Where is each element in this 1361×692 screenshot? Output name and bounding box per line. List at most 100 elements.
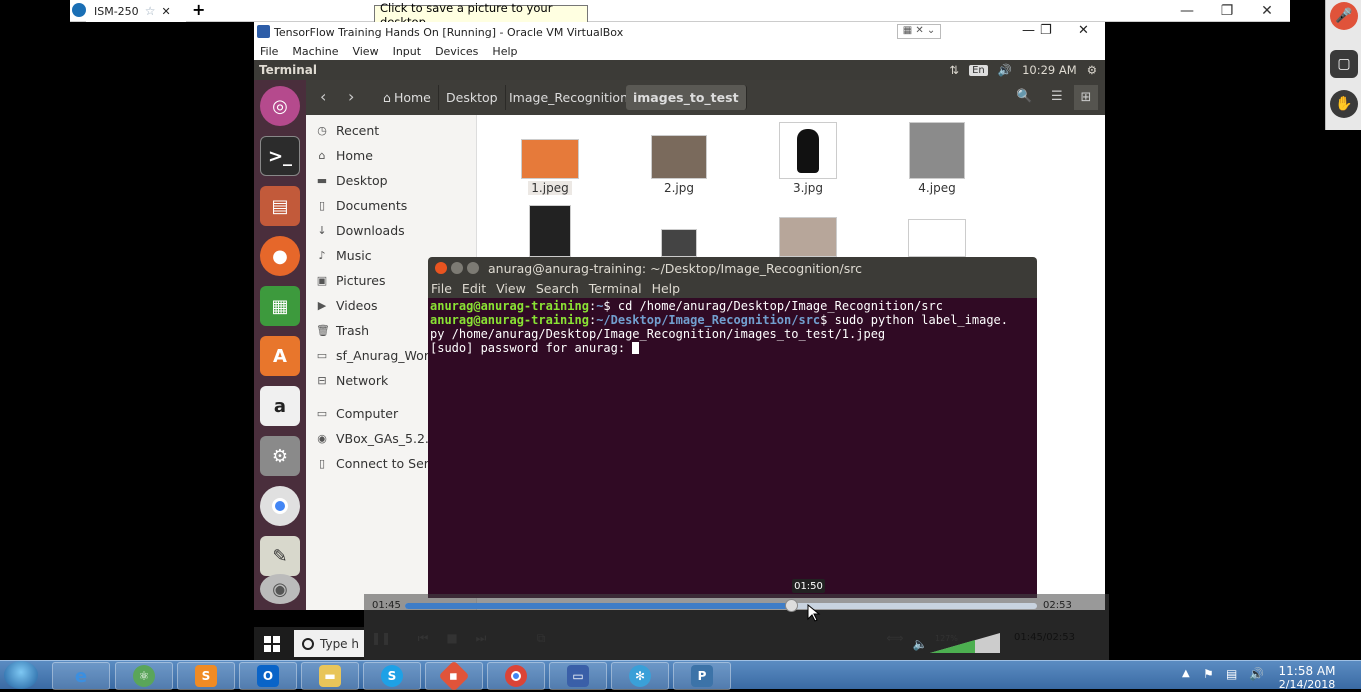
- network-icon[interactable]: ▤: [1226, 667, 1237, 681]
- taskbar-outlook[interactable]: O: [239, 662, 297, 690]
- skip-back-icon[interactable]: ⏮: [412, 628, 434, 648]
- recent-icon: ◷: [317, 123, 327, 137]
- software-center-icon[interactable]: A: [260, 336, 300, 376]
- menu-help[interactable]: Help: [652, 281, 681, 296]
- menu-edit[interactable]: Edit: [462, 281, 486, 296]
- sidebar-item-label: Computer: [336, 405, 399, 421]
- skip-forward-icon[interactable]: ⏭: [470, 628, 492, 648]
- terminal-output[interactable]: anurag@anurag-training:~$ cd /home/anura…: [428, 298, 1037, 598]
- ubuntu-dash-icon[interactable]: ◎: [260, 86, 300, 126]
- volume-icon[interactable]: 🔊: [1249, 667, 1264, 681]
- stop-icon[interactable]: ■: [441, 628, 463, 648]
- taskbar-clock[interactable]: 11:58 AM 2/14/2018: [1272, 664, 1342, 692]
- resize-icon[interactable]: ⟺: [884, 628, 906, 648]
- settings-icon[interactable]: ⚙: [260, 436, 300, 476]
- pause-icon[interactable]: ❚❚: [370, 628, 392, 648]
- spreadsheet-icon[interactable]: ▦: [260, 286, 300, 326]
- sidebar-item-desktop[interactable]: ▬ Desktop: [316, 170, 474, 190]
- menu-terminal[interactable]: Terminal: [589, 281, 642, 296]
- maximize-icon[interactable]: [467, 262, 479, 274]
- start-button[interactable]: [4, 661, 38, 689]
- disc-icon[interactable]: ◉: [260, 574, 300, 604]
- close-window-icon[interactable]: ✕: [1247, 0, 1287, 22]
- taskbar-ie[interactable]: e: [52, 662, 110, 690]
- breadcrumb-image-recognition[interactable]: Image_Recognition: [502, 85, 637, 110]
- file-item[interactable]: 2.jpg: [644, 135, 714, 195]
- taskbar-atom[interactable]: ⚛: [115, 662, 173, 690]
- firefox-icon[interactable]: ●: [260, 236, 300, 276]
- volume-icon[interactable]: 🔊: [998, 63, 1012, 77]
- menu-machine[interactable]: Machine: [292, 45, 338, 58]
- menu-view[interactable]: View: [496, 281, 526, 296]
- gear-icon[interactable]: ⚙: [1087, 63, 1097, 77]
- windows-start-icon[interactable]: [264, 636, 280, 652]
- image-thumbnail[interactable]: [529, 205, 571, 257]
- close-icon[interactable]: ✕: [161, 5, 170, 18]
- terminal-icon[interactable]: >_: [260, 136, 300, 176]
- hand-icon[interactable]: ✋: [1330, 90, 1358, 118]
- microphone-icon[interactable]: 🎤: [1330, 2, 1358, 30]
- sidebar-item-downloads[interactable]: ↓ Downloads: [316, 220, 474, 240]
- taskbar-explorer[interactable]: ▬: [301, 662, 359, 690]
- search-icon[interactable]: 🔍: [1016, 89, 1032, 104]
- file-item[interactable]: 1.jpeg: [515, 139, 585, 195]
- search-box[interactable]: Type h: [294, 630, 364, 657]
- tray-expand-icon[interactable]: ▲: [1182, 668, 1190, 679]
- minimize-icon[interactable]: —: [1167, 0, 1207, 22]
- menu-devices[interactable]: Devices: [435, 45, 478, 58]
- tab-ism-250[interactable]: ISM-250 ☆ ✕: [86, 0, 186, 22]
- network-arrows-icon[interactable]: ⇅: [949, 63, 959, 77]
- menu-file[interactable]: File: [260, 45, 278, 58]
- window-icon[interactable]: ▢: [1330, 50, 1358, 78]
- panel-clock[interactable]: 10:29 AM: [1022, 63, 1077, 77]
- sidebar-item-recent[interactable]: ◷ Recent: [316, 120, 474, 140]
- menu-file[interactable]: File: [431, 281, 452, 296]
- speaker-icon[interactable]: 🔈: [909, 634, 931, 654]
- breadcrumb-home[interactable]: ⌂ Home: [376, 85, 439, 110]
- file-item[interactable]: 3.jpg: [773, 122, 843, 195]
- file-item[interactable]: 4.jpeg: [902, 122, 972, 195]
- taskbar-chrome[interactable]: [487, 662, 545, 690]
- sidebar-item-home[interactable]: ⌂ Home: [316, 145, 474, 165]
- taskbar-git[interactable]: ◆: [425, 660, 483, 692]
- seek-handle[interactable]: [784, 599, 798, 612]
- sidebar-item-label: Trash: [336, 322, 370, 338]
- taskbar-sublime[interactable]: S: [177, 662, 235, 690]
- minimize-icon[interactable]: —: [1022, 23, 1035, 38]
- add-tab-icon[interactable]: +: [192, 0, 205, 19]
- chrome-icon[interactable]: [260, 486, 300, 526]
- mini-toolbar-icon[interactable]: ▦ ✕ ⌄: [897, 24, 941, 39]
- restore-icon[interactable]: ❐: [1040, 23, 1052, 38]
- amazon-icon[interactable]: a: [260, 386, 300, 426]
- sidebar-item-documents[interactable]: ▯ Documents: [316, 195, 474, 215]
- ie-icon: e: [74, 665, 88, 687]
- menu-search[interactable]: Search: [536, 281, 579, 296]
- menu-help[interactable]: Help: [492, 45, 517, 58]
- breadcrumb-images-to-test[interactable]: images_to_test: [626, 85, 747, 110]
- star-icon[interactable]: ☆: [145, 4, 156, 18]
- taskbar-remote[interactable]: ▭: [549, 662, 607, 690]
- forward-icon[interactable]: ›: [348, 87, 354, 106]
- taskbar-skype[interactable]: S: [363, 662, 421, 690]
- keyboard-layout[interactable]: En: [969, 64, 988, 76]
- restore-icon[interactable]: ❐: [1207, 0, 1247, 22]
- text-editor-icon[interactable]: ✎: [260, 536, 300, 576]
- taskbar-python[interactable]: P: [673, 662, 731, 690]
- breadcrumb-desktop[interactable]: Desktop: [439, 85, 506, 110]
- image-thumbnail[interactable]: [908, 219, 966, 257]
- image-thumbnail[interactable]: [779, 217, 837, 257]
- back-icon[interactable]: ‹: [320, 87, 326, 106]
- list-view-icon[interactable]: ☰: [1051, 89, 1063, 104]
- menu-input[interactable]: Input: [393, 45, 421, 58]
- terminal-line: anurag@anurag-training:~$ cd /home/anura…: [430, 299, 943, 313]
- close-icon[interactable]: [435, 262, 447, 274]
- close-icon[interactable]: ✕: [1078, 23, 1089, 38]
- files-icon[interactable]: ▤: [260, 186, 300, 226]
- action-center-icon[interactable]: ⚑: [1203, 667, 1214, 681]
- minimize-icon[interactable]: [451, 262, 463, 274]
- fullscreen-icon[interactable]: ⧉: [530, 628, 552, 648]
- grid-view-icon[interactable]: ⊞: [1074, 85, 1098, 110]
- taskbar-app[interactable]: ✻: [611, 662, 669, 690]
- image-thumbnail[interactable]: [661, 229, 697, 257]
- menu-view[interactable]: View: [352, 45, 378, 58]
